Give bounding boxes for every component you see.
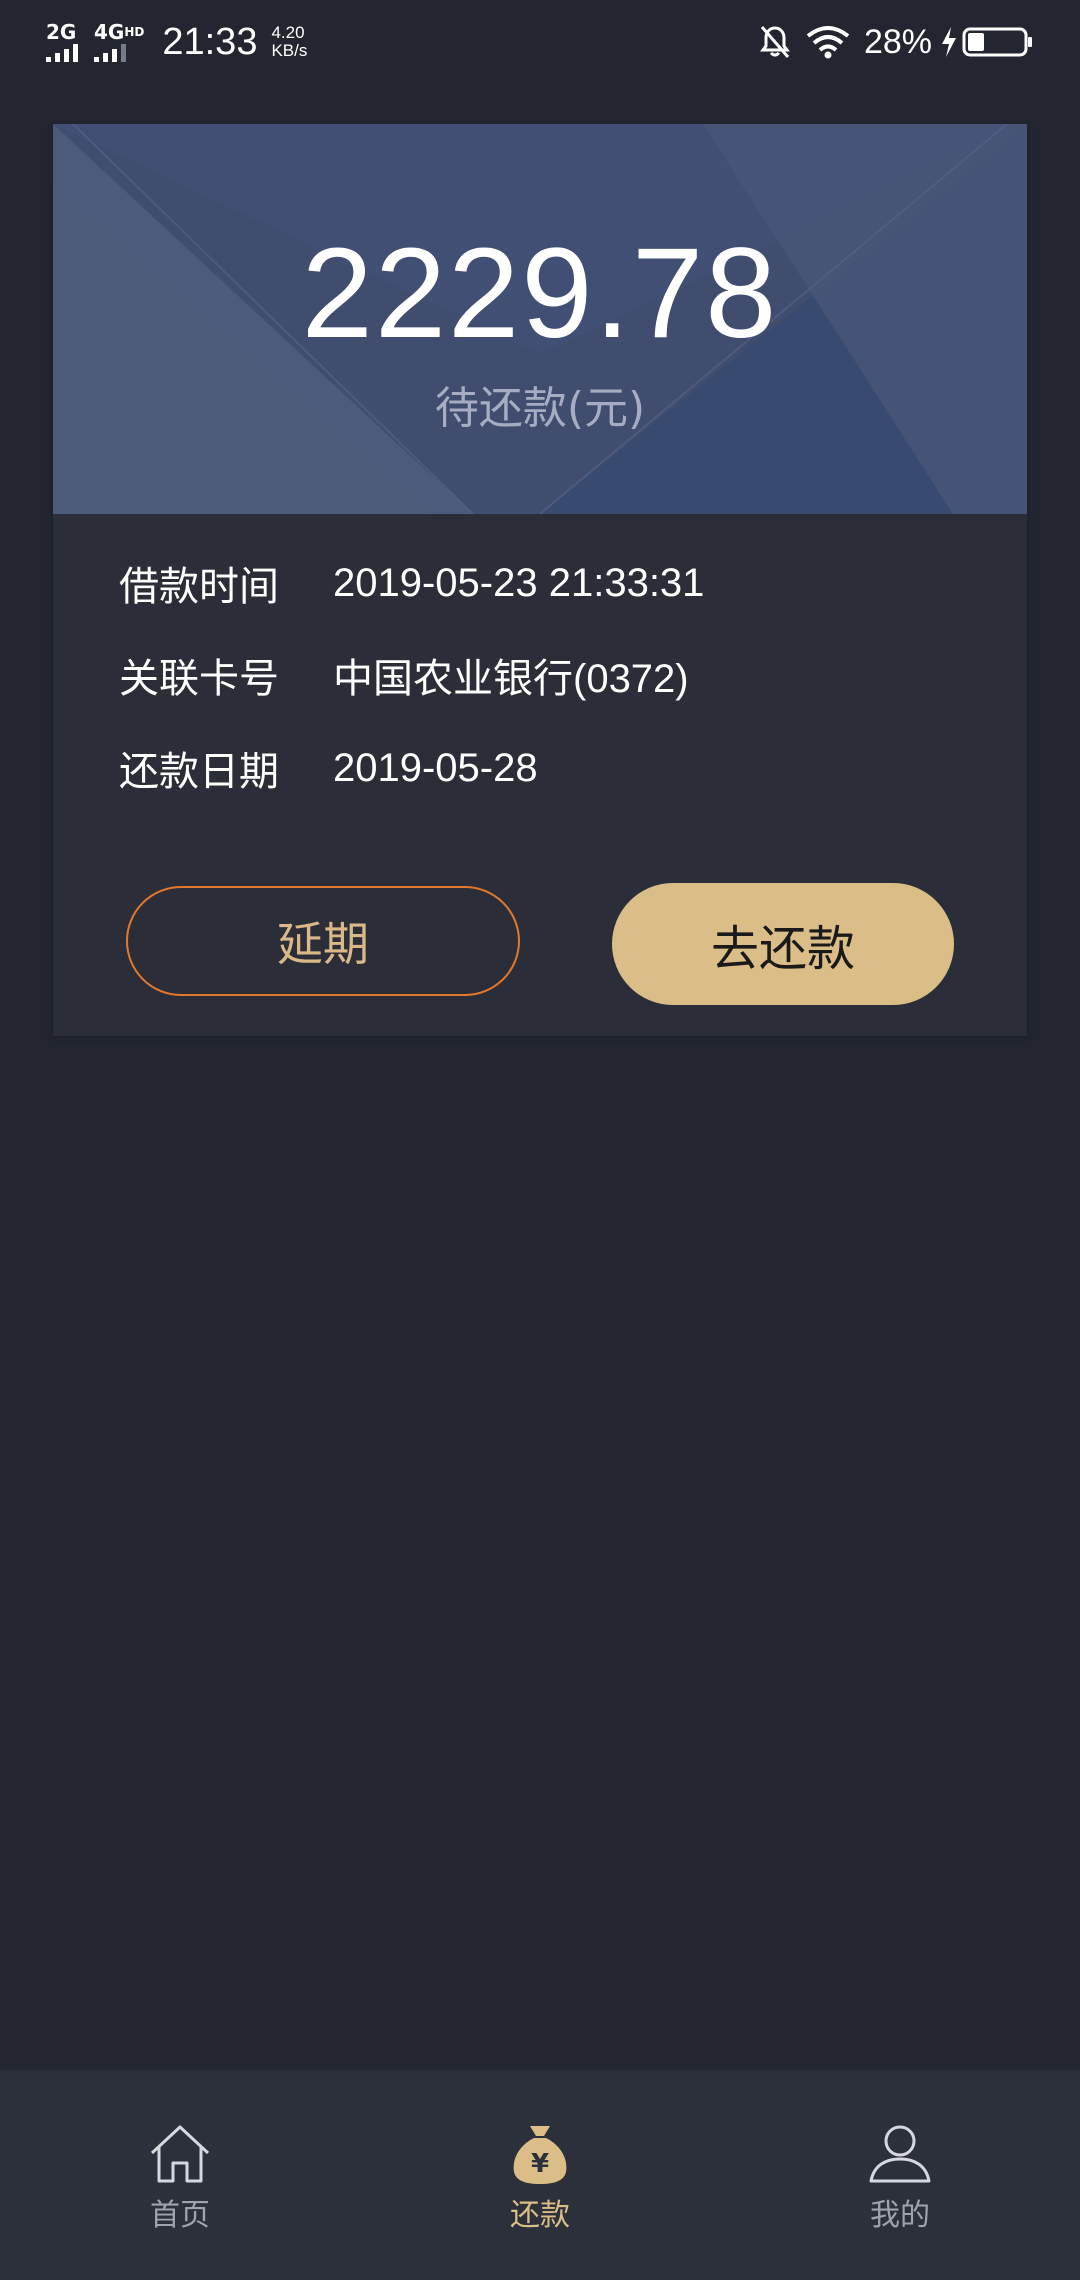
nav-label-mine: 我的 xyxy=(870,2198,930,2233)
sim1-signal-icon xyxy=(46,44,82,62)
sim2-signal: 4GHD xyxy=(94,22,144,62)
sim2-label: 4GHD xyxy=(94,22,144,42)
loan-time-row: 借款时间 2019-05-23 21:33:31 xyxy=(119,554,704,612)
sim2-signal-icon xyxy=(94,44,130,62)
network-speed-value: 4.20 xyxy=(271,23,305,42)
charging-bolt-icon xyxy=(940,26,958,58)
repay-date-value: 2019-05-28 xyxy=(333,745,538,790)
nav-item-mine[interactable]: 我的 xyxy=(720,2070,1080,2280)
status-right: 28% xyxy=(744,23,1034,62)
wifi-icon xyxy=(806,25,850,59)
status-left: 2G 4GHD 21:33 4.20 KB/s xyxy=(46,21,307,64)
status-time: 21:33 xyxy=(162,20,258,63)
nav-item-repay[interactable]: ¥ 还款 xyxy=(360,2070,720,2280)
sim1-signal: 2G xyxy=(46,22,82,62)
sim1-label: 2G xyxy=(46,20,77,44)
sim2-network: 4G xyxy=(94,20,125,44)
home-icon xyxy=(148,2122,212,2186)
repayment-card: 2229.78 待还款(元) 借款时间 2019-05-23 21:33:31 … xyxy=(53,124,1027,1036)
battery-icon xyxy=(962,26,1034,58)
linked-card-value: 中国农业银行(0372) xyxy=(333,657,689,701)
money-bag-icon: ¥ xyxy=(508,2122,572,2186)
nav-item-home[interactable]: 首页 xyxy=(0,2070,360,2280)
status-bar: 2G 4GHD 21:33 4.20 KB/s 28% xyxy=(0,0,1080,84)
amount-header: 2229.78 待还款(元) xyxy=(53,124,1027,514)
linked-card-label: 关联卡号 xyxy=(119,656,279,702)
bottom-nav: 首页 ¥ 还款 我的 xyxy=(0,2070,1080,2280)
repay-button[interactable]: 去还款 xyxy=(612,883,954,1005)
pending-amount: 2229.78 xyxy=(301,222,779,365)
sim2-hd: HD xyxy=(124,25,145,39)
network-speed-unit: KB/s xyxy=(271,41,308,60)
loan-time-value: 2019-05-23 21:33:31 xyxy=(333,560,705,605)
repay-date-label: 还款日期 xyxy=(119,749,279,795)
linked-card-row: 关联卡号 中国农业银行(0372) xyxy=(119,646,689,704)
loan-time-label: 借款时间 xyxy=(119,564,279,610)
nav-label-home: 首页 xyxy=(150,2198,210,2233)
mute-bell-icon xyxy=(758,24,792,60)
battery-percent: 28% xyxy=(863,22,932,61)
nav-label-repay: 还款 xyxy=(510,2198,570,2233)
network-speed: 4.20 KB/s xyxy=(271,24,307,60)
pending-amount-label: 待还款(元) xyxy=(434,383,646,434)
svg-text:¥: ¥ xyxy=(531,2149,549,2179)
extend-button[interactable]: 延期 xyxy=(126,886,520,996)
user-icon xyxy=(868,2122,932,2186)
repay-date-row: 还款日期 2019-05-28 xyxy=(119,739,538,797)
